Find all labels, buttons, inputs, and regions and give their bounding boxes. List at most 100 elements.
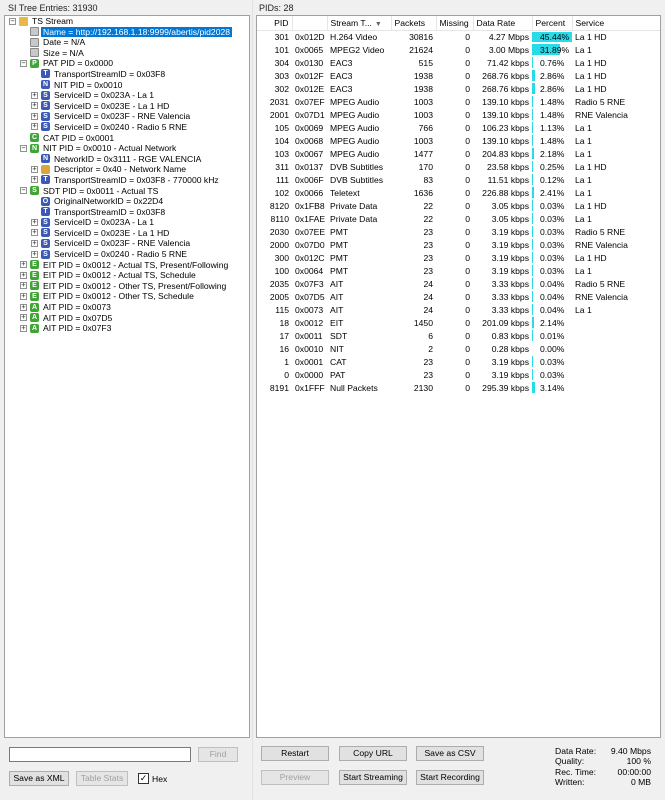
- tree-node[interactable]: + S ServiceID = 0x023A - La 1: [5, 90, 249, 101]
- tree-node[interactable]: Size = N/A: [5, 48, 249, 59]
- collapse-icon[interactable]: −: [20, 144, 27, 152]
- tree-node[interactable]: + E EIT PID = 0x0012 - Actual TS, Present/…: [5, 260, 249, 271]
- column-header-pid[interactable]: PID: [257, 16, 293, 31]
- table-row[interactable]: 311 0x0137 DVB Subtitles 170 0 23.58 kbps 0.25…: [257, 160, 660, 173]
- table-row[interactable]: 105 0x0069 MPEG Audio 766 0 106.23 kbps 1.13% L…: [257, 121, 660, 134]
- find-input[interactable]: [9, 747, 191, 762]
- table-row[interactable]: 100 0x0064 PMT 23 0 3.19 kbps 0.03% La 1: [257, 264, 660, 277]
- start-recording-button[interactable]: Start Recording: [416, 770, 484, 785]
- collapse-icon[interactable]: −: [20, 187, 27, 194]
- column-header-missing[interactable]: Missing: [436, 16, 474, 31]
- table-row[interactable]: 302 0x012E EAC3 1938 0 268.76 kbps 2.86% La 1 H…: [257, 82, 660, 95]
- tree-node[interactable]: + E EIT PID = 0x0012 - Other TS, Schedule: [5, 291, 249, 302]
- tree-node[interactable]: T TransportStreamID = 0x03F8: [5, 207, 249, 218]
- table-row[interactable]: 301 0x012D H.264 Video 30816 0 4.27 Mbps 45.44…: [257, 30, 660, 43]
- restart-button[interactable]: Restart: [261, 746, 329, 761]
- expand-icon[interactable]: +: [20, 292, 27, 300]
- column-header-service[interactable]: Service: [572, 16, 660, 31]
- tree-node[interactable]: + Descriptor = 0x40 - Network Name: [5, 164, 249, 175]
- expand-icon[interactable]: +: [31, 91, 38, 99]
- tree-node[interactable]: − TS Stream: [5, 16, 249, 27]
- tree-node[interactable]: − S SDT PID = 0x0011 - Actual TS: [5, 186, 249, 197]
- column-header-percent[interactable]: Percent: [532, 16, 573, 31]
- expand-icon[interactable]: +: [20, 282, 27, 290]
- expand-icon[interactable]: +: [31, 102, 38, 110]
- tree-node[interactable]: N NetworkID = 0x3111 - RGE VALENCIA: [5, 154, 249, 165]
- tree-node[interactable]: + S ServiceID = 0x023E - La 1 HD: [5, 228, 249, 239]
- preview-button[interactable]: Preview: [261, 770, 329, 785]
- tree-node[interactable]: + E EIT PID = 0x0012 - Actual TS, Schedule: [5, 270, 249, 281]
- table-row[interactable]: 2031 0x07EF MPEG Audio 1003 0 139.10 kbps 1.48…: [257, 95, 660, 108]
- table-row[interactable]: 1 0x0001 CAT 23 0 3.19 kbps 0.03%: [257, 355, 660, 368]
- expand-icon[interactable]: +: [20, 271, 27, 279]
- tree-node[interactable]: + E EIT PID = 0x0012 - Other TS, Present/F…: [5, 281, 249, 292]
- find-button[interactable]: Find: [198, 747, 238, 762]
- table-row[interactable]: 2005 0x07D5 AIT 24 0 3.33 kbps 0.04% RNE Valenc…: [257, 290, 660, 303]
- expand-icon[interactable]: +: [31, 218, 38, 226]
- pid-table[interactable]: PID Stream T... ▼ Packets Missing Data Ra…: [256, 15, 661, 738]
- table-row[interactable]: 115 0x0073 AIT 24 0 3.33 kbps 0.04% La 1: [257, 303, 660, 316]
- table-row[interactable]: 0 0x0000 PAT 23 0 3.19 kbps 0.03%: [257, 368, 660, 381]
- tree-node[interactable]: Name = http://192.168.1.18:9999/abertis/…: [5, 26, 249, 38]
- tree-node[interactable]: T TransportStreamID = 0x03F8: [5, 69, 249, 80]
- table-row[interactable]: 303 0x012F EAC3 1938 0 268.76 kbps 2.86% La 1 H…: [257, 69, 660, 82]
- collapse-icon[interactable]: −: [20, 59, 27, 67]
- tree-node[interactable]: − P PAT PID = 0x0000: [5, 58, 249, 69]
- expand-icon[interactable]: +: [31, 176, 38, 184]
- table-row[interactable]: 17 0x0011 SDT 6 0 0.83 kbps 0.01%: [257, 329, 660, 342]
- expand-icon[interactable]: +: [31, 229, 38, 237]
- table-row[interactable]: 2030 0x07EE PMT 23 0 3.19 kbps 0.03% Radio 5 RN…: [257, 225, 660, 238]
- si-tree-view[interactable]: − TS Stream Name = http://192.168.1.18:999…: [4, 15, 250, 738]
- expand-icon[interactable]: +: [20, 261, 27, 269]
- panel-splitter[interactable]: [252, 0, 253, 800]
- table-row[interactable]: 8110 0x1FAE Private Data 22 0 3.05 kbps 0.03% L…: [257, 212, 660, 225]
- column-header-data-rate[interactable]: Data Rate: [473, 16, 533, 31]
- tree-node[interactable]: + A AIT PID = 0x07F3: [5, 323, 249, 334]
- tree-node[interactable]: + A AIT PID = 0x0073: [5, 302, 249, 313]
- tree-node[interactable]: − N NIT PID = 0x0010 - Actual Network: [5, 143, 249, 154]
- collapse-icon[interactable]: −: [9, 17, 16, 25]
- tree-node[interactable]: + S ServiceID = 0x023A - La 1: [5, 217, 249, 228]
- tree-node[interactable]: N NIT PID = 0x0010: [5, 80, 249, 91]
- table-row[interactable]: 304 0x0130 EAC3 515 0 71.42 kbps 0.76% La 1 HD: [257, 56, 660, 69]
- tree-node[interactable]: + S ServiceID = 0x0240 - Radio 5 RNE: [5, 249, 249, 260]
- save-as-xml-button[interactable]: Save as XML: [9, 771, 69, 786]
- table-stats-button[interactable]: Table Stats: [76, 771, 128, 786]
- table-row[interactable]: 8120 0x1FB8 Private Data 22 0 3.05 kbps 0.03% L…: [257, 199, 660, 212]
- tree-node[interactable]: + S ServiceID = 0x0240 - Radio 5 RNE: [5, 122, 249, 133]
- expand-icon[interactable]: +: [20, 303, 27, 311]
- table-row[interactable]: 103 0x0067 MPEG Audio 1477 0 204.83 kbps 2.18%…: [257, 147, 660, 160]
- table-row[interactable]: 16 0x0010 NIT 2 0 0.28 kbps 0.00%: [257, 342, 660, 355]
- expand-icon[interactable]: +: [31, 123, 38, 131]
- column-header-stream-type[interactable]: Stream T... ▼: [327, 16, 392, 31]
- table-row[interactable]: 18 0x0012 EIT 1450 0 201.09 kbps 2.14%: [257, 316, 660, 329]
- hex-checkbox[interactable]: ✓: [138, 773, 149, 784]
- expand-icon[interactable]: +: [20, 324, 27, 332]
- table-row[interactable]: 2001 0x07D1 MPEG Audio 1003 0 139.10 kbps 1.48…: [257, 108, 660, 121]
- expand-icon[interactable]: +: [31, 239, 38, 247]
- table-row[interactable]: 2035 0x07F3 AIT 24 0 3.33 kbps 0.04% Radio 5 RN…: [257, 277, 660, 290]
- expand-icon[interactable]: +: [20, 314, 27, 322]
- table-row[interactable]: 8191 0x1FFF Null Packets 2130 0 295.39 kbps 3.…: [257, 381, 660, 394]
- table-row[interactable]: 102 0x0066 Teletext 1636 0 226.88 kbps 2.41% La…: [257, 186, 660, 199]
- tree-node[interactable]: + T TransportStreamID = 0x03F8 - 770000 kH…: [5, 175, 249, 186]
- start-streaming-button[interactable]: Start Streaming: [339, 770, 407, 785]
- expand-icon[interactable]: +: [31, 250, 38, 258]
- tree-node[interactable]: + A AIT PID = 0x07D5: [5, 313, 249, 324]
- tree-node[interactable]: Date = N/A: [5, 37, 249, 48]
- tree-node[interactable]: + S ServiceID = 0x023E - La 1 HD: [5, 101, 249, 112]
- table-row[interactable]: 2000 0x07D0 PMT 23 0 3.19 kbps 0.03% RNE Valenc…: [257, 238, 660, 251]
- table-row[interactable]: 101 0x0065 MPEG2 Video 21624 0 3.00 Mbps 31.89…: [257, 43, 660, 56]
- column-header-packets[interactable]: Packets: [391, 16, 437, 31]
- tree-node[interactable]: + S ServiceID = 0x023F - RNE Valencia: [5, 111, 249, 122]
- tree-node[interactable]: + S ServiceID = 0x023F - RNE Valencia: [5, 238, 249, 249]
- table-row[interactable]: 300 0x012C PMT 23 0 3.19 kbps 0.03% La 1 HD: [257, 251, 660, 264]
- tree-node[interactable]: C CAT PID = 0x0001: [5, 133, 249, 144]
- table-row[interactable]: 111 0x006F DVB Subtitles 83 0 11.51 kbps 0.12%…: [257, 173, 660, 186]
- save-as-csv-button[interactable]: Save as CSV: [416, 746, 484, 761]
- column-header-hex[interactable]: [292, 16, 328, 31]
- expand-icon[interactable]: +: [31, 112, 38, 120]
- tree-node[interactable]: O OriginalNetworkID = 0x22D4: [5, 196, 249, 207]
- copy-url-button[interactable]: Copy URL: [339, 746, 407, 761]
- expand-icon[interactable]: +: [31, 165, 38, 173]
